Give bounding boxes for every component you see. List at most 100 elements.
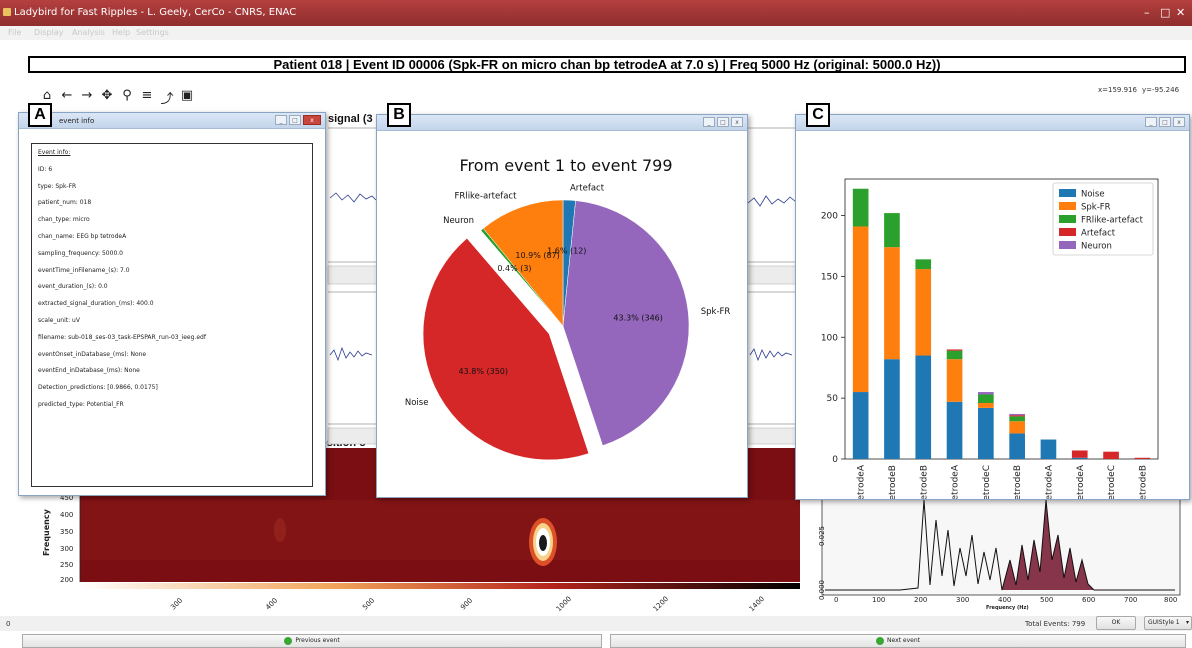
ok-button[interactable]: OK xyxy=(1096,616,1136,630)
pie-window-titlebar[interactable]: _ □ x xyxy=(377,115,747,131)
pie-slice-label: Neuron xyxy=(443,216,474,226)
pie-slice-label: Spk-FR xyxy=(701,307,731,317)
event-info-titlebar[interactable]: event info _ □ x xyxy=(19,113,325,129)
stacked-bar-chart: 0 50 100 150 200 etrodeA etrodeB etrodeB etrodeA… xyxy=(821,178,1159,499)
bar-segment-noise xyxy=(1071,457,1088,459)
bar-segment-spk-fr xyxy=(1009,421,1025,434)
info-line: type: Spk-FR xyxy=(38,182,77,190)
legend-swatch xyxy=(1059,241,1076,249)
fft-ytick: 0.025 xyxy=(818,525,827,547)
event-info-title: event info xyxy=(59,117,95,125)
bar-chart-window: _ □ x 0 50 100 150 200 etrodeA etrodeB etrodeB e… xyxy=(795,114,1190,500)
close-icon[interactable]: x xyxy=(1173,117,1185,127)
total-events-label: Total Events: 799 xyxy=(1025,620,1086,628)
info-line: eventEnd_inDatabase_(ms): None xyxy=(38,367,140,375)
legend-label: Noise xyxy=(1081,190,1105,200)
bar-segment-noise xyxy=(852,392,869,459)
fft-xlabel: Frequency (Hz) xyxy=(986,605,1029,611)
x-tick-label: etrodeA xyxy=(1076,464,1086,499)
y-tick-label: 150 xyxy=(821,272,838,282)
fft-xtick: 200 xyxy=(914,596,928,604)
close-icon[interactable]: x xyxy=(731,117,743,127)
spectro-ytick: 350 xyxy=(60,528,74,536)
x-tick-label: etrodeB xyxy=(1013,465,1023,499)
x-tick-label: etrodeB xyxy=(1138,465,1148,499)
x-tick-label: etrodeB xyxy=(919,465,929,499)
x-tick-label: etrodeA xyxy=(1044,464,1054,499)
maximize-icon[interactable]: □ xyxy=(289,115,301,125)
legend-label: FRlike-artefact xyxy=(1081,216,1144,226)
bar-segment-noise xyxy=(915,355,932,459)
x-tick-label: etrodeA xyxy=(857,464,867,499)
y-tick-label: 0 xyxy=(832,455,838,465)
bar-segment-noise xyxy=(884,359,900,459)
info-line: extracted_signal_duration_(ms): 400.0 xyxy=(38,300,154,308)
pie-pct-label: 43.3% (346) xyxy=(613,314,662,323)
bar-segment-artefact xyxy=(1134,457,1151,459)
info-line: eventTime_inFilename_(s): 7.0 xyxy=(38,266,130,274)
panel-label-a: A xyxy=(28,103,52,127)
info-line: chan_name: EEG bp tetrodeA xyxy=(38,232,127,240)
gui-style-select[interactable]: GUIStyle 1 ▾ xyxy=(1144,616,1192,630)
panel-label-c: C xyxy=(806,103,830,127)
bar-segment-artefact xyxy=(946,349,963,351)
pie-pct-label: 43.8% (350) xyxy=(459,367,508,376)
info-line: eventOnset_inDatabase_(ms): None xyxy=(38,350,147,358)
spectro-ytick: 300 xyxy=(60,545,74,553)
bar-segment-frlike-artefact xyxy=(852,188,869,227)
spectro-ytick: 400 xyxy=(60,511,74,519)
pie-title: From event 1 to event 799 xyxy=(460,156,673,175)
status-bar: 0 Total Events: 799 OK GUIStyle 1 ▾ xyxy=(0,616,1192,631)
legend-label: Spk-FR xyxy=(1081,203,1111,213)
fft-xtick: 400 xyxy=(998,596,1012,604)
panel-label-b: B xyxy=(387,103,411,127)
x-tick-label: etrodeB xyxy=(888,465,898,499)
legend-swatch xyxy=(1059,215,1076,223)
minimize-icon[interactable]: _ xyxy=(703,117,715,127)
pie-chart: From event 1 to event 799 1.6% (12)Artef… xyxy=(405,156,731,461)
minimize-icon[interactable]: _ xyxy=(275,115,287,125)
bar-segment-neuron xyxy=(978,392,994,395)
bar-segment-neuron xyxy=(1009,413,1025,416)
maximize-icon[interactable]: □ xyxy=(717,117,729,127)
event-info-text: Event info: ID: 6 type: Spk-FR patient_n… xyxy=(31,143,313,487)
previous-event-button[interactable]: Previous event xyxy=(22,634,602,648)
close-icon[interactable]: x xyxy=(303,115,321,125)
bar-segment-frlike-artefact xyxy=(1009,416,1025,422)
fft-xtick: 700 xyxy=(1124,596,1138,604)
legend-label: Neuron xyxy=(1081,242,1112,252)
maximize-icon[interactable]: □ xyxy=(1159,117,1171,127)
y-tick-label: 200 xyxy=(821,212,838,222)
x-tick-label: etrodeC xyxy=(982,465,992,499)
pie-pct-label: 0.4% (3) xyxy=(497,264,531,273)
fft-xtick: 300 xyxy=(956,596,970,604)
bar-segment-spk-fr xyxy=(915,269,932,356)
next-event-label: Next event xyxy=(887,637,920,644)
next-event-button[interactable]: Next event xyxy=(610,634,1186,648)
bar-segment-frlike-artefact xyxy=(884,213,900,248)
fft-ytick: 0.000 xyxy=(818,579,827,601)
legend-swatch xyxy=(1059,202,1076,210)
fft-xtick: 500 xyxy=(1040,596,1054,604)
bar-segment-spk-fr xyxy=(946,359,963,402)
fft-xtick: 800 xyxy=(1164,596,1178,604)
legend-swatch xyxy=(1059,189,1076,197)
fft-xtick: 100 xyxy=(872,596,886,604)
bar-segment-frlike-artefact xyxy=(915,259,932,270)
bar-segment-spk-fr xyxy=(978,403,994,408)
bar-segment-frlike-artefact xyxy=(978,394,994,403)
info-line: Detection_predictions: [0.9866, 0.0175] xyxy=(38,384,158,392)
spectro-ytick: 250 xyxy=(60,561,74,569)
bar-segment-artefact xyxy=(1009,415,1025,417)
pie-slice-label: FRlike-artefact xyxy=(455,191,518,201)
bar-window-titlebar[interactable]: _ □ x xyxy=(796,115,1189,131)
bar-segment-spk-fr xyxy=(884,247,900,360)
spectrogram-ylabel: Frequency xyxy=(42,509,51,556)
previous-icon xyxy=(284,636,293,645)
y-tick-label: 100 xyxy=(821,333,838,343)
bar-segment-noise xyxy=(1009,433,1025,459)
info-line: chan_type: micro xyxy=(38,216,90,224)
fft-xtick: 600 xyxy=(1082,596,1096,604)
minimize-icon[interactable]: _ xyxy=(1145,117,1157,127)
legend-label: Artefact xyxy=(1081,229,1116,239)
